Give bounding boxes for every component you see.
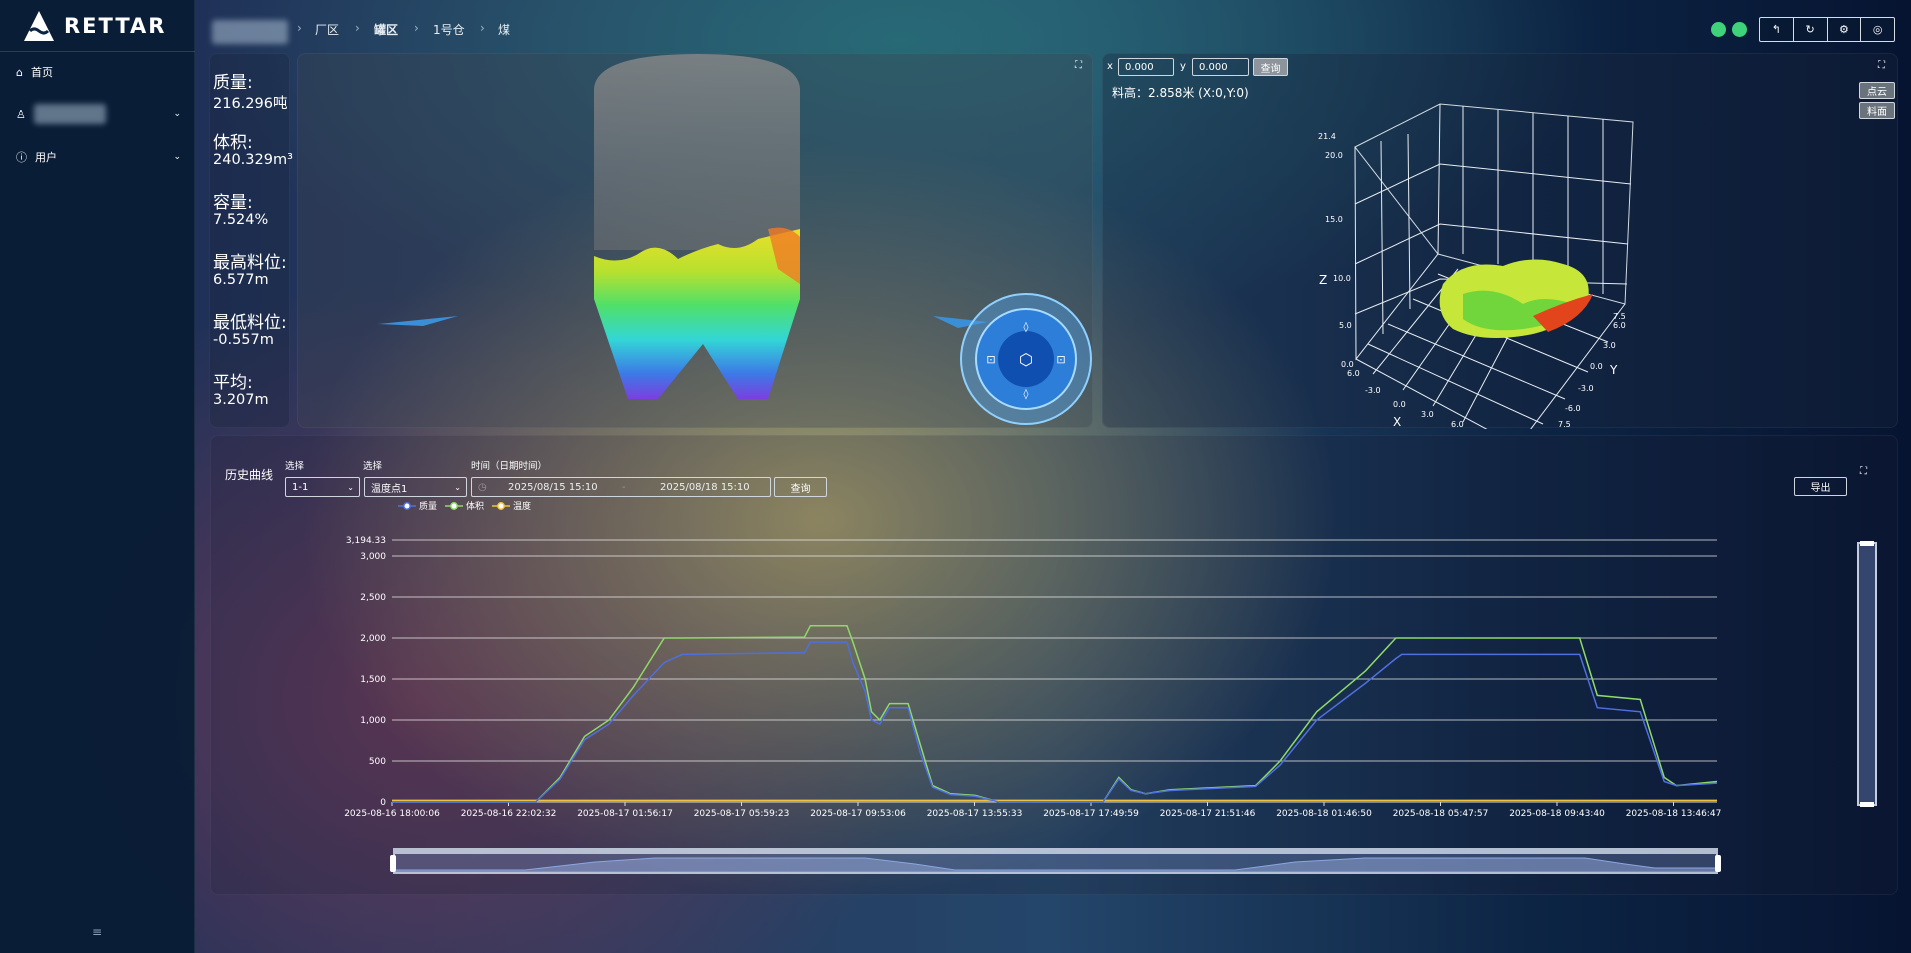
y-tick-label: 3,194.33 (346, 536, 386, 546)
series-line-mass (392, 641, 1718, 803)
y-tick-label: 500 (369, 757, 386, 767)
x-tick-label: 2025-08-18 13:46:47 (1626, 809, 1722, 819)
y-tick-label: 3,000 (360, 552, 386, 562)
y-tick-label: 1,000 (360, 716, 386, 726)
x-tick-label: 2025-08-16 22:02:32 (461, 809, 557, 819)
slider-preview (395, 857, 1716, 872)
x-tick-label: 2025-08-17 01:56:17 (577, 809, 673, 819)
x-tick-label: 2025-08-18 01:46:50 (1276, 809, 1372, 819)
data-zoom-slider[interactable] (393, 848, 1718, 874)
vslider-handle-bottom[interactable] (1860, 802, 1874, 807)
y-tick-label: 0 (380, 798, 386, 808)
x-tick-label: 2025-08-17 17:49:59 (1043, 809, 1139, 819)
x-tick-label: 2025-08-17 13:55:33 (927, 809, 1023, 819)
history-line-chart[interactable]: 0 500 1,000 1,500 2,000 2,500 3,000 3,194.33 202… (0, 0, 1911, 953)
vslider-handle-top[interactable] (1860, 541, 1874, 546)
y-tick-label: 2,500 (360, 593, 386, 603)
x-tick-label: 2025-08-16 18:00:06 (344, 809, 440, 819)
slider-handle-right[interactable] (1715, 855, 1721, 872)
series-line-volume (392, 624, 1718, 803)
x-tick-label: 2025-08-17 21:51:46 (1160, 809, 1256, 819)
x-tick-label: 2025-08-17 09:53:06 (810, 809, 906, 819)
y-tick-label: 1,500 (360, 675, 386, 685)
x-tick-label: 2025-08-17 05:59:23 (694, 809, 790, 819)
y-tick-label: 2,000 (360, 634, 386, 644)
slider-handle-left[interactable] (390, 855, 396, 872)
x-tick-label: 2025-08-18 09:43:40 (1509, 809, 1605, 819)
x-tick-label: 2025-08-18 05:47:57 (1393, 809, 1489, 819)
vertical-zoom-slider[interactable] (1857, 541, 1877, 807)
